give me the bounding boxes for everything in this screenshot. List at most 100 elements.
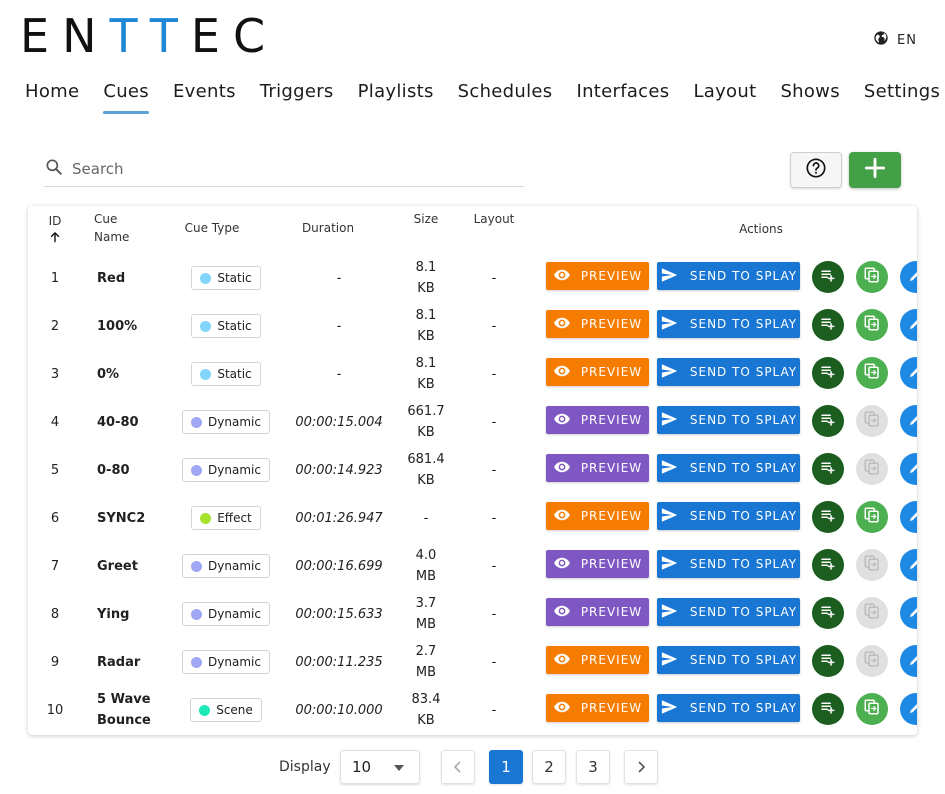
add-to-playlist-button[interactable]: [812, 357, 844, 389]
table-row[interactable]: 7 Greet Dynamic 00:00:16.699 4.0 MB - PREVIEW SE…: [28, 542, 917, 590]
send-icon: [660, 362, 678, 383]
send-to-splay-button[interactable]: SEND TO SPLAY: [657, 310, 800, 338]
add-to-playlist-button[interactable]: [812, 693, 844, 725]
help-button[interactable]: [790, 152, 842, 188]
add-to-playlist-button[interactable]: [812, 261, 844, 293]
add-to-playlist-button[interactable]: [812, 501, 844, 533]
edit-button[interactable]: [900, 597, 917, 629]
duplicate-button[interactable]: [856, 405, 888, 437]
send-to-splay-button[interactable]: SEND TO SPLAY: [657, 358, 800, 386]
add-to-playlist-button[interactable]: [812, 645, 844, 677]
page-size-select[interactable]: 10: [340, 750, 420, 784]
tab-home[interactable]: Home: [13, 78, 91, 114]
preview-button[interactable]: PREVIEW: [546, 406, 649, 434]
preview-button[interactable]: PREVIEW: [546, 694, 649, 722]
edit-button[interactable]: [900, 309, 917, 341]
duplicate-button[interactable]: [856, 357, 888, 389]
tab-interfaces[interactable]: Interfaces: [564, 78, 681, 114]
add-cue-button[interactable]: [849, 152, 901, 188]
enttec-logo[interactable]: EN TT EC: [20, 9, 278, 63]
edit-button[interactable]: [900, 357, 917, 389]
prev-page-button[interactable]: [441, 750, 475, 784]
edit-button[interactable]: [900, 453, 917, 485]
send-label: SEND TO SPLAY: [689, 269, 798, 283]
cue-size: 83.4 KB: [398, 686, 454, 734]
duplicate-button[interactable]: [856, 645, 888, 677]
tab-events[interactable]: Events: [161, 78, 248, 114]
send-label: SEND TO SPLAY: [689, 653, 798, 667]
add-to-playlist-button[interactable]: [812, 549, 844, 581]
table-row[interactable]: 5 0-80 Dynamic 00:00:14.923 681.4 KB - PREVIEW S…: [28, 446, 917, 494]
preview-button[interactable]: PREVIEW: [546, 262, 649, 290]
table-row[interactable]: 8 Ying Dynamic 00:00:15.633 3.7 MB - PREVIEW SEN…: [28, 590, 917, 638]
cue-type-dot: [200, 512, 212, 524]
send-to-splay-button[interactable]: SEND TO SPLAY: [657, 550, 800, 578]
duplicate-button[interactable]: [856, 501, 888, 533]
preview-button[interactable]: PREVIEW: [546, 598, 649, 626]
send-to-splay-button[interactable]: SEND TO SPLAY: [657, 694, 800, 722]
send-to-splay-button[interactable]: SEND TO SPLAY: [657, 598, 800, 626]
table-row[interactable]: 4 40-80 Dynamic 00:00:15.004 661.7 KB - PREVIEW…: [28, 398, 917, 446]
send-to-splay-button[interactable]: SEND TO SPLAY: [657, 454, 800, 482]
preview-button[interactable]: PREVIEW: [546, 358, 649, 386]
tab-triggers[interactable]: Triggers: [248, 78, 346, 114]
send-to-splay-button[interactable]: SEND TO SPLAY: [657, 262, 800, 290]
send-to-splay-button[interactable]: SEND TO SPLAY: [657, 502, 800, 530]
add-to-playlist-button[interactable]: [812, 597, 844, 629]
tab-schedules[interactable]: Schedules: [446, 78, 565, 114]
cue-size-unit: KB: [417, 329, 435, 344]
edit-button[interactable]: [900, 501, 917, 533]
duplicate-button[interactable]: [856, 693, 888, 725]
tab-playlists[interactable]: Playlists: [346, 78, 446, 114]
header-name[interactable]: Cue Name: [94, 210, 129, 246]
page-button-2[interactable]: 2: [532, 750, 566, 784]
next-page-button[interactable]: [624, 750, 658, 784]
edit-button[interactable]: [900, 549, 917, 581]
add-to-playlist-button[interactable]: [812, 309, 844, 341]
page-button-3[interactable]: 3: [576, 750, 610, 784]
header-id[interactable]: ID: [42, 212, 68, 244]
header-type[interactable]: Cue Type: [174, 219, 250, 237]
table-row[interactable]: 10 5 Wave Bounce Scene 00:00:10.000 83.4 KB - P…: [28, 686, 917, 734]
edit-button[interactable]: [900, 261, 917, 293]
edit-button[interactable]: [900, 405, 917, 437]
language-selector[interactable]: EN: [873, 30, 917, 50]
cue-id: 9: [50, 654, 60, 670]
header-duration[interactable]: Duration: [290, 219, 366, 237]
cue-name: 100%: [97, 318, 138, 334]
tab-layout[interactable]: Layout: [681, 78, 768, 114]
table-row[interactable]: 3 0% Static - 8.1 KB - PREVIEW SEND TO SPLAY: [28, 350, 917, 398]
header-size[interactable]: Size: [406, 210, 446, 228]
preview-button[interactable]: PREVIEW: [546, 550, 649, 578]
table-row[interactable]: 1 Red Static - 8.1 KB - PREVIEW SEND TO SPLAY: [28, 254, 917, 302]
duplicate-button[interactable]: [856, 261, 888, 293]
add-to-playlist-button[interactable]: [812, 405, 844, 437]
eye-icon: [553, 314, 571, 335]
send-to-splay-button[interactable]: SEND TO SPLAY: [657, 406, 800, 434]
duplicate-button[interactable]: [856, 549, 888, 581]
table-row[interactable]: 9 Radar Dynamic 00:00:11.235 2.7 MB - PREVIEW SE…: [28, 638, 917, 686]
preview-button[interactable]: PREVIEW: [546, 646, 649, 674]
table-row[interactable]: 6 SYNC2 Effect 00:01:26.947 - - PREVIEW SEND TO…: [28, 494, 917, 542]
duplicate-button[interactable]: [856, 453, 888, 485]
preview-button[interactable]: PREVIEW: [546, 310, 649, 338]
search-input[interactable]: [70, 159, 490, 179]
edit-button[interactable]: [900, 693, 917, 725]
page-button-1[interactable]: 1: [489, 750, 523, 784]
preview-button[interactable]: PREVIEW: [546, 502, 649, 530]
edit-button[interactable]: [900, 645, 917, 677]
cue-size: 3.7 MB: [398, 590, 454, 638]
preview-button[interactable]: PREVIEW: [546, 454, 649, 482]
duplicate-button[interactable]: [856, 309, 888, 341]
add-to-playlist-button[interactable]: [812, 453, 844, 485]
send-to-splay-button[interactable]: SEND TO SPLAY: [657, 646, 800, 674]
sort-ascending-icon[interactable]: [48, 230, 62, 244]
tab-shows[interactable]: Shows: [768, 78, 851, 114]
tab-cues[interactable]: Cues: [91, 78, 161, 114]
duplicate-button[interactable]: [856, 597, 888, 629]
chevron-right-icon: [638, 761, 646, 773]
header-layout[interactable]: Layout: [468, 210, 520, 228]
table-row[interactable]: 2 100% Static - 8.1 KB - PREVIEW SEND TO SPLAY: [28, 302, 917, 350]
duplicate-icon: [863, 698, 881, 720]
tab-settings[interactable]: Settings: [852, 78, 945, 114]
